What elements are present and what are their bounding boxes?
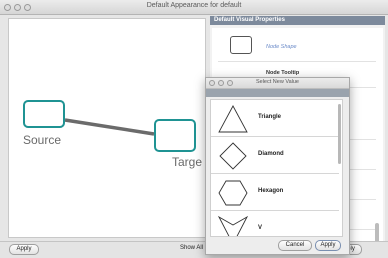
diamond-icon <box>219 142 247 170</box>
shape-option-triangle[interactable]: Triangle <box>211 100 339 137</box>
property-label: Node Shape <box>266 44 297 50</box>
dialog-scrollbar[interactable] <box>338 104 341 164</box>
dialog-title: Select New Value <box>255 79 299 85</box>
rounded-rectangle-icon <box>230 36 252 54</box>
dialog-apply-button[interactable]: Apply <box>315 240 341 251</box>
show-all-button[interactable]: Show All <box>180 245 203 251</box>
property-label: Node Tooltip <box>266 70 300 76</box>
shape-option-label: V <box>258 225 263 231</box>
triangle-icon <box>218 105 248 133</box>
hexagon-icon <box>218 180 248 206</box>
target-node-label: Targe <box>172 155 203 169</box>
v-shape-icon <box>217 215 249 236</box>
dialog-titlebar: Select New Value <box>206 78 349 89</box>
cancel-button[interactable]: Cancel <box>278 240 312 251</box>
source-node-label: Source <box>23 133 62 147</box>
shape-option-label: Triangle <box>258 114 282 120</box>
source-node[interactable] <box>23 100 65 128</box>
target-node[interactable] <box>154 119 196 152</box>
window-titlebar: Default Appearance for default <box>0 0 388 15</box>
apply-button[interactable]: Apply <box>9 244 39 255</box>
property-row-node-shape[interactable]: Node Shape <box>218 28 376 62</box>
shape-option-v[interactable]: V <box>211 211 339 236</box>
shape-options-list: Triangle Diamond Hexagon V <box>210 99 343 237</box>
network-preview-canvas[interactable]: Source Targe <box>8 18 206 238</box>
panel-header: Default Visual Properties <box>210 16 385 25</box>
shape-option-label: Hexagon <box>258 188 284 194</box>
dialog-header-band <box>206 89 349 97</box>
select-new-value-dialog: Select New Value Triangle Diamond Hexago… <box>205 77 350 255</box>
shape-option-hexagon[interactable]: Hexagon <box>211 174 339 211</box>
shape-option-diamond[interactable]: Diamond <box>211 137 339 174</box>
shape-option-label: Diamond <box>258 151 284 157</box>
edge-line <box>64 118 155 136</box>
window-title: Default Appearance for default <box>146 2 242 9</box>
